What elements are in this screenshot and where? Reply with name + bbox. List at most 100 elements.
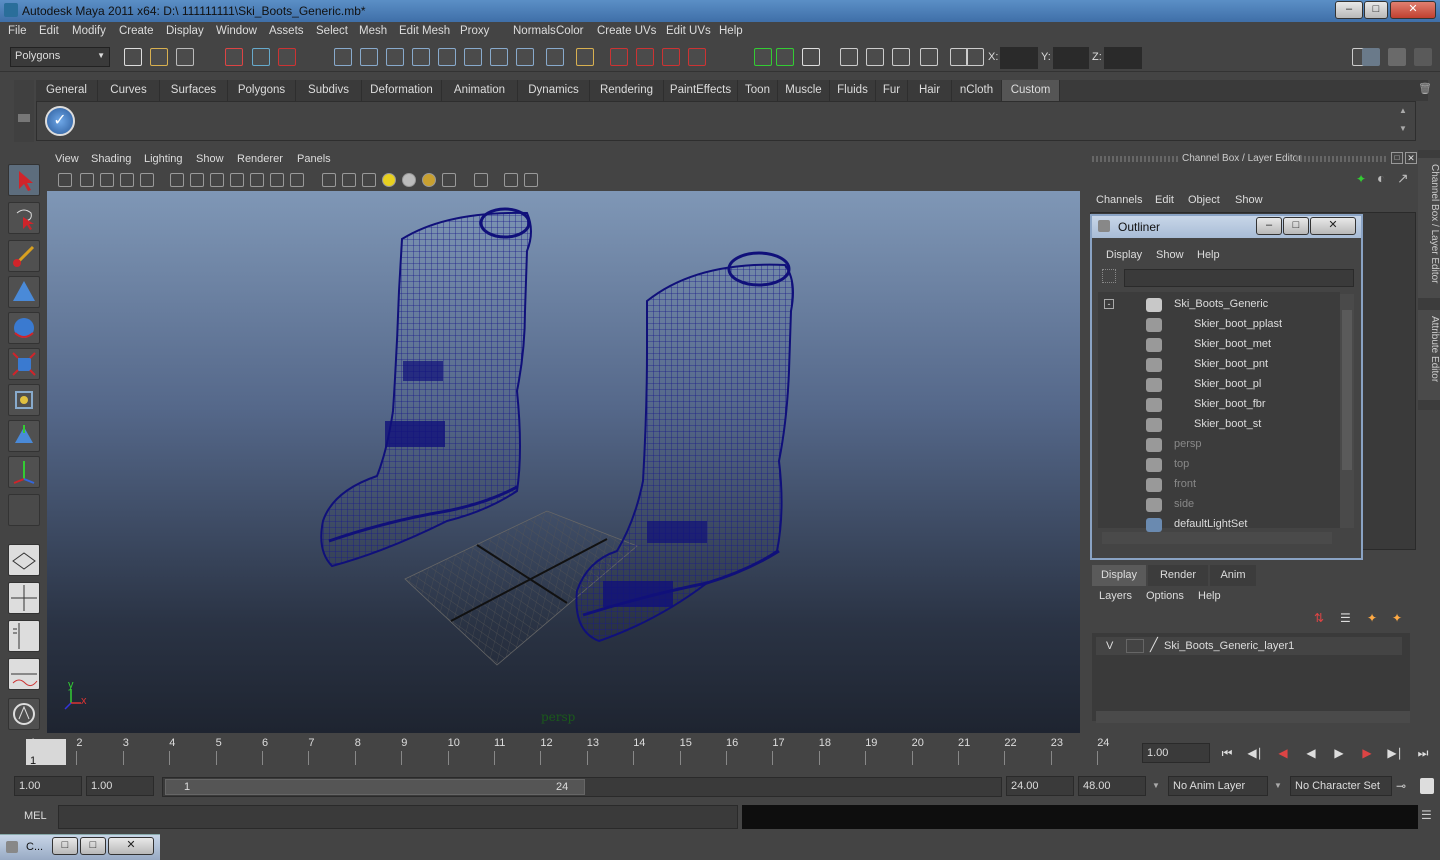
shelf-tab-muscle[interactable]: Muscle (778, 80, 830, 101)
safe-action-icon[interactable] (250, 173, 264, 187)
channel-box-menu-edit[interactable]: Edit (1155, 194, 1174, 206)
rotate-tool-icon[interactable] (8, 312, 40, 344)
anim-layer-arrow-icon[interactable]: ▼ (1274, 781, 1282, 790)
help-icon[interactable] (546, 48, 564, 66)
grid-toggle-icon[interactable] (140, 173, 154, 187)
batch-render-icon[interactable] (892, 48, 910, 66)
step-back-icon[interactable]: ◀∣ (1246, 746, 1264, 764)
channel-box-manip-icon[interactable]: ✦ (1356, 172, 1366, 186)
soft-modification-icon[interactable] (8, 420, 40, 452)
snap-surface-icon[interactable] (490, 48, 508, 66)
select-object-icon[interactable] (252, 48, 270, 66)
outliner-item[interactable]: Skier_boot_met (1098, 336, 1340, 354)
step-forward-icon[interactable]: ▶∣ (1386, 746, 1404, 764)
animation-end-field[interactable]: 48.00 (1078, 776, 1146, 796)
film-gate-icon[interactable] (170, 173, 184, 187)
outliner-horizontal-scrollbar[interactable] (1102, 532, 1332, 544)
shelf-tab-deformation[interactable]: Deformation (362, 80, 442, 101)
snap-grid-icon[interactable] (334, 48, 352, 66)
outliner-minimize-button[interactable]: – (1256, 217, 1282, 235)
outliner-menu-help[interactable]: Help (1197, 249, 1220, 261)
layer-tab-render[interactable]: Render (1148, 565, 1208, 586)
input-history-icon[interactable] (636, 48, 654, 66)
go-to-start-icon[interactable]: ⏮ (1218, 746, 1236, 764)
paint-select-tool-icon[interactable] (8, 240, 40, 272)
snap-point-icon[interactable] (386, 48, 404, 66)
menu-proxy[interactable]: Proxy (460, 25, 489, 37)
viewport-menu-view[interactable]: View (55, 153, 79, 165)
step-back-key-icon[interactable]: ◀ (1274, 746, 1292, 764)
shelf-tab-animation[interactable]: Animation (442, 80, 518, 101)
playback-end-field[interactable]: 24.00 (1006, 776, 1074, 796)
channel-box-float-icon[interactable]: □ (1391, 152, 1403, 164)
outliner-search-input[interactable] (1124, 269, 1354, 287)
persp-outliner-layout-icon[interactable] (8, 620, 40, 652)
shelf-tab-hair[interactable]: Hair (908, 80, 952, 101)
layer-row[interactable]: V ╱ Ski_Boots_Generic_layer1 (1096, 637, 1402, 655)
current-frame-marker[interactable]: 1 (26, 739, 66, 767)
shelf-tab-dynamics[interactable]: Dynamics (518, 80, 590, 101)
outliner-vertical-scrollbar[interactable] (1340, 294, 1354, 528)
outliner-item[interactable]: side (1098, 496, 1340, 514)
outliner-item[interactable]: Skier_boot_pplast (1098, 316, 1340, 334)
menu-edit[interactable]: Edit (39, 25, 59, 37)
shelf-tab-general[interactable]: General (36, 80, 98, 101)
resolution-gate-icon[interactable] (190, 173, 204, 187)
snap-curve-icon[interactable] (360, 48, 378, 66)
mode-selector[interactable]: Polygons ▼ (10, 47, 110, 67)
outliner-close-button[interactable]: ✕ (1310, 217, 1356, 235)
range-menu-arrow-icon[interactable]: ▼ (1152, 781, 1160, 790)
animation-preferences-icon[interactable] (1420, 778, 1434, 794)
menu-window[interactable]: Window (216, 25, 257, 37)
select-highlight-icon[interactable] (610, 48, 628, 66)
menu-create[interactable]: Create (119, 25, 154, 37)
last-tool-slot[interactable] (8, 494, 40, 526)
all-lights-icon[interactable] (402, 173, 416, 187)
shelf-tab-subdivs[interactable]: Subdivs (296, 80, 362, 101)
select-component-icon[interactable] (278, 48, 296, 66)
snapshot-icon[interactable] (920, 48, 938, 66)
x-input[interactable] (1000, 47, 1038, 69)
minimized-restore-button[interactable]: □ (52, 837, 78, 855)
menu-normals[interactable]: Normals (513, 25, 556, 37)
layer-playback-toggle[interactable] (1126, 639, 1144, 653)
outliner-menu-show[interactable]: Show (1156, 249, 1184, 261)
menu-mesh[interactable]: Mesh (359, 25, 387, 37)
range-slider-handle[interactable]: 1 24 (165, 779, 585, 795)
shadows-icon[interactable] (422, 173, 436, 187)
shelf-tab-rendering[interactable]: Rendering (590, 80, 664, 101)
shelf-scroll-down-icon[interactable]: ▼ (1399, 124, 1411, 136)
menu-color[interactable]: Color (556, 25, 583, 37)
menu-file[interactable]: File (8, 25, 27, 37)
checkmark-shelf-icon[interactable]: ✓ (45, 106, 75, 136)
menu-help[interactable]: Help (719, 25, 743, 37)
shelf-tab-surfaces[interactable]: Surfaces (160, 80, 228, 101)
flat-shade-icon[interactable] (342, 173, 356, 187)
show-manipulator-icon[interactable] (8, 456, 40, 488)
output-history-icon[interactable] (662, 48, 680, 66)
channel-box-toggle-icon[interactable] (1362, 48, 1380, 66)
outliner-item[interactable]: front (1098, 476, 1340, 494)
channel-box-close-icon[interactable]: ✕ (1405, 152, 1417, 164)
shelf-tab-fur[interactable]: Fur (876, 80, 908, 101)
menu-assets[interactable]: Assets (269, 25, 304, 37)
play-forward-icon[interactable]: ▶ (1330, 746, 1348, 764)
outliner-toggle-icon[interactable] (8, 698, 40, 730)
smooth-shade-icon[interactable] (322, 173, 336, 187)
layer-visibility-toggle[interactable]: V (1106, 640, 1113, 652)
outliner-item[interactable]: Skier_boot_st (1098, 416, 1340, 434)
select-hierarchy-icon[interactable] (225, 48, 243, 66)
wireframe-icon[interactable] (290, 173, 304, 187)
animation-start-field[interactable]: 1.00 (14, 776, 82, 796)
time-slider[interactable]: 123456789101112131415161718192021222324 … (12, 737, 1142, 769)
layer-menu-help[interactable]: Help (1198, 590, 1221, 602)
gate-mask-icon[interactable] (210, 173, 224, 187)
outliner-title-bar[interactable]: Outliner – □ ✕ (1092, 216, 1361, 238)
shelf-tab-curves[interactable]: Curves (98, 80, 160, 101)
outliner-menu-display[interactable]: Display (1106, 249, 1142, 261)
channel-box-menu-channels[interactable]: Channels (1096, 194, 1142, 206)
character-set-select[interactable]: No Character Set (1290, 776, 1392, 796)
shelf-tab-painteffects[interactable]: PaintEffects (664, 80, 738, 101)
move-tool-icon[interactable] (8, 276, 40, 308)
perspective-viewport[interactable]: y x persp (47, 191, 1080, 733)
